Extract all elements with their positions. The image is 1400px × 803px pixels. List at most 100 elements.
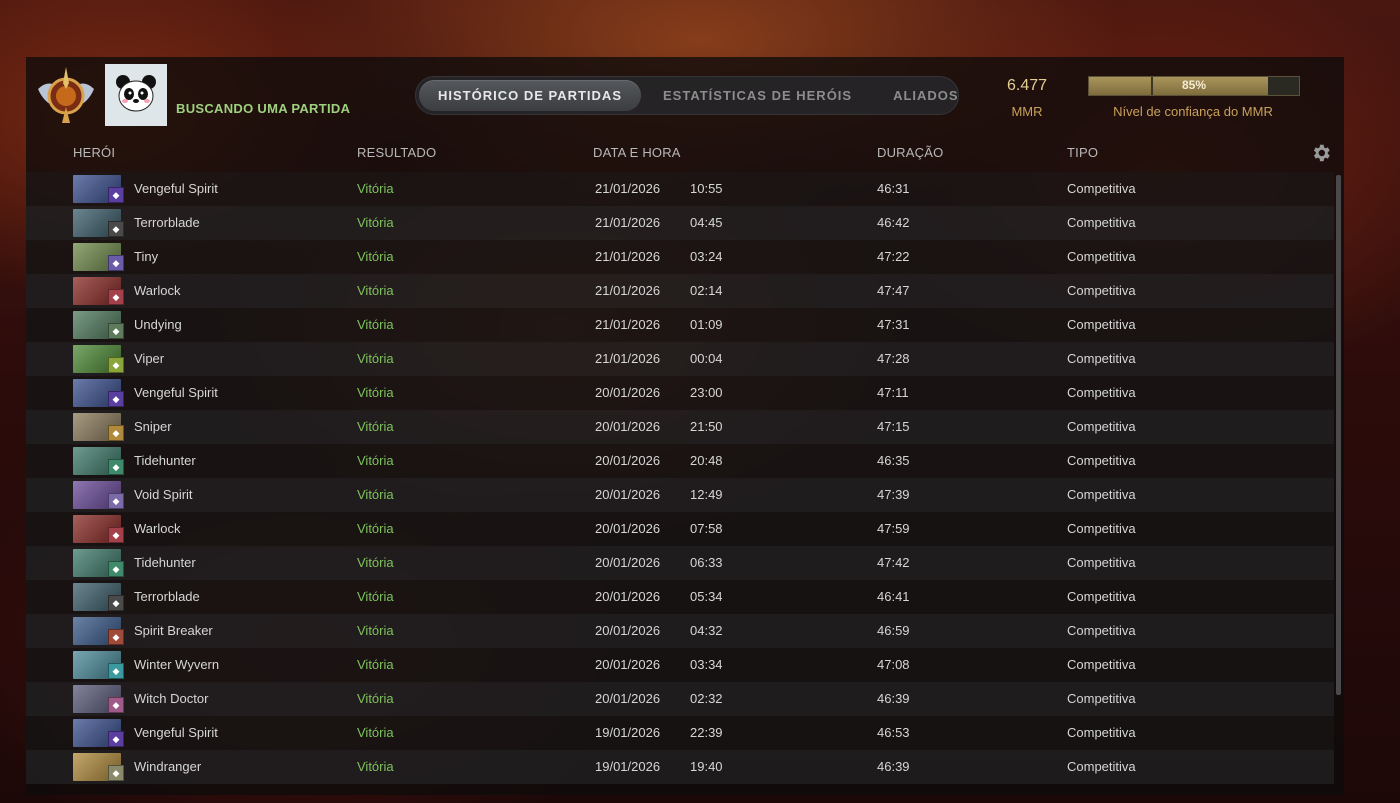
match-list: ◆ Vengeful Spirit Vitória 21/01/2026 10:… (26, 172, 1334, 784)
tab-match-history[interactable]: HISTÓRICO DE PARTIDAS (419, 80, 641, 111)
rank-medal-icon (38, 67, 94, 123)
match-row[interactable]: ◆ Witch Doctor Vitória 20/01/2026 02:32 … (26, 682, 1334, 716)
match-result: Vitória (357, 453, 394, 468)
hero-attribute-icon: ◆ (108, 459, 124, 475)
match-duration: 47:31 (877, 317, 910, 332)
match-row[interactable]: ◆ Spirit Breaker Vitória 20/01/2026 04:3… (26, 614, 1334, 648)
match-duration: 46:41 (877, 589, 910, 604)
hero-attribute-icon: ◆ (108, 731, 124, 747)
match-date: 20/01/2026 (595, 623, 661, 638)
hero-name: Vengeful Spirit (134, 725, 218, 740)
matchmaking-status: BUSCANDO UMA PARTIDA (176, 101, 351, 116)
match-date: 20/01/2026 (595, 657, 661, 672)
column-header-datetime[interactable]: DATA E HORA (593, 145, 681, 160)
match-time: 23:00 (690, 385, 723, 400)
match-type: Competitiva (1067, 283, 1136, 298)
match-time: 10:55 (690, 181, 723, 196)
match-history-panel: BUSCANDO UMA PARTIDA HISTÓRICO DE PARTID… (26, 57, 1344, 795)
hero-attribute-icon: ◆ (108, 323, 124, 339)
match-date: 21/01/2026 (595, 283, 661, 298)
hero-name: Vengeful Spirit (134, 181, 218, 196)
avatar[interactable] (105, 64, 167, 126)
match-result: Vitória (357, 351, 394, 366)
mmr-value: 6.477 (1006, 77, 1048, 94)
match-type: Competitiva (1067, 249, 1136, 264)
match-row[interactable]: ◆ Sniper Vitória 20/01/2026 21:50 47:15 … (26, 410, 1334, 444)
match-result: Vitória (357, 521, 394, 536)
column-header-type[interactable]: TIPO (1067, 145, 1098, 160)
match-date: 20/01/2026 (595, 487, 661, 502)
match-date: 21/01/2026 (595, 249, 661, 264)
match-type: Competitiva (1067, 453, 1136, 468)
gear-icon[interactable] (1310, 142, 1332, 164)
match-date: 20/01/2026 (595, 521, 661, 536)
hero-attribute-icon: ◆ (108, 697, 124, 713)
hero-attribute-icon: ◆ (108, 357, 124, 373)
hero-name: Void Spirit (134, 487, 193, 502)
match-duration: 47:22 (877, 249, 910, 264)
hero-name: Viper (134, 351, 165, 366)
hero-name: Undying (134, 317, 182, 332)
tab-hero-stats[interactable]: ESTATÍSTICAS DE HERÓIS (644, 80, 871, 111)
column-header-duration[interactable]: DURAÇÃO (877, 145, 943, 160)
match-type: Competitiva (1067, 589, 1136, 604)
match-result: Vitória (357, 419, 394, 434)
match-duration: 46:39 (877, 691, 910, 706)
match-row[interactable]: ◆ Windranger Vitória 19/01/2026 19:40 46… (26, 750, 1334, 784)
match-row[interactable]: ◆ Vengeful Spirit Vitória 19/01/2026 22:… (26, 716, 1334, 750)
hero-attribute-icon: ◆ (108, 425, 124, 441)
hero-attribute-icon: ◆ (108, 595, 124, 611)
match-result: Vitória (357, 725, 394, 740)
match-result: Vitória (357, 691, 394, 706)
match-row[interactable]: ◆ Warlock Vitória 21/01/2026 02:14 47:47… (26, 274, 1334, 308)
match-date: 20/01/2026 (595, 589, 661, 604)
match-row[interactable]: ◆ Viper Vitória 21/01/2026 00:04 47:28 C… (26, 342, 1334, 376)
match-date: 21/01/2026 (595, 215, 661, 230)
match-row[interactable]: ◆ Tidehunter Vitória 20/01/2026 06:33 47… (26, 546, 1334, 580)
match-duration: 46:39 (877, 759, 910, 774)
hero-name: Witch Doctor (134, 691, 209, 706)
hero-name: Vengeful Spirit (134, 385, 218, 400)
hero-name: Spirit Breaker (134, 623, 213, 638)
match-time: 04:45 (690, 215, 723, 230)
panda-icon (116, 75, 156, 112)
match-row[interactable]: ◆ Vengeful Spirit Vitória 20/01/2026 23:… (26, 376, 1334, 410)
scrollbar[interactable] (1336, 175, 1341, 695)
match-row[interactable]: ◆ Terrorblade Vitória 21/01/2026 04:45 4… (26, 206, 1334, 240)
match-row[interactable]: ◆ Void Spirit Vitória 20/01/2026 12:49 4… (26, 478, 1334, 512)
match-duration: 47:39 (877, 487, 910, 502)
match-duration: 47:08 (877, 657, 910, 672)
match-duration: 47:15 (877, 419, 910, 434)
match-date: 20/01/2026 (595, 555, 661, 570)
hero-name: Windranger (134, 759, 202, 774)
column-header-hero[interactable]: HERÓI (73, 145, 115, 160)
tab-allies[interactable]: ALIADOS (874, 80, 978, 111)
hero-attribute-icon: ◆ (108, 561, 124, 577)
mmr-label: MMR (1011, 104, 1043, 119)
match-result: Vitória (357, 385, 394, 400)
column-header-result[interactable]: RESULTADO (357, 145, 436, 160)
match-time: 21:50 (690, 419, 723, 434)
match-type: Competitiva (1067, 555, 1136, 570)
match-result: Vitória (357, 215, 394, 230)
match-duration: 46:59 (877, 623, 910, 638)
match-result: Vitória (357, 589, 394, 604)
match-result: Vitória (357, 555, 394, 570)
match-date: 21/01/2026 (595, 181, 661, 196)
hero-attribute-icon: ◆ (108, 187, 124, 203)
match-row[interactable]: ◆ Terrorblade Vitória 20/01/2026 05:34 4… (26, 580, 1334, 614)
match-result: Vitória (357, 249, 394, 264)
match-time: 00:04 (690, 351, 723, 366)
match-row[interactable]: ◆ Warlock Vitória 20/01/2026 07:58 47:59… (26, 512, 1334, 546)
match-row[interactable]: ◆ Vengeful Spirit Vitória 21/01/2026 10:… (26, 172, 1334, 206)
match-time: 03:24 (690, 249, 723, 264)
match-time: 22:39 (690, 725, 723, 740)
match-type: Competitiva (1067, 759, 1136, 774)
match-row[interactable]: ◆ Undying Vitória 21/01/2026 01:09 47:31… (26, 308, 1334, 342)
hero-name: Winter Wyvern (134, 657, 220, 672)
match-row[interactable]: ◆ Tidehunter Vitória 20/01/2026 20:48 46… (26, 444, 1334, 478)
match-date: 20/01/2026 (595, 453, 661, 468)
match-row[interactable]: ◆ Winter Wyvern Vitória 20/01/2026 03:34… (26, 648, 1334, 682)
match-row[interactable]: ◆ Tiny Vitória 21/01/2026 03:24 47:22 Co… (26, 240, 1334, 274)
match-time: 05:34 (690, 589, 723, 604)
